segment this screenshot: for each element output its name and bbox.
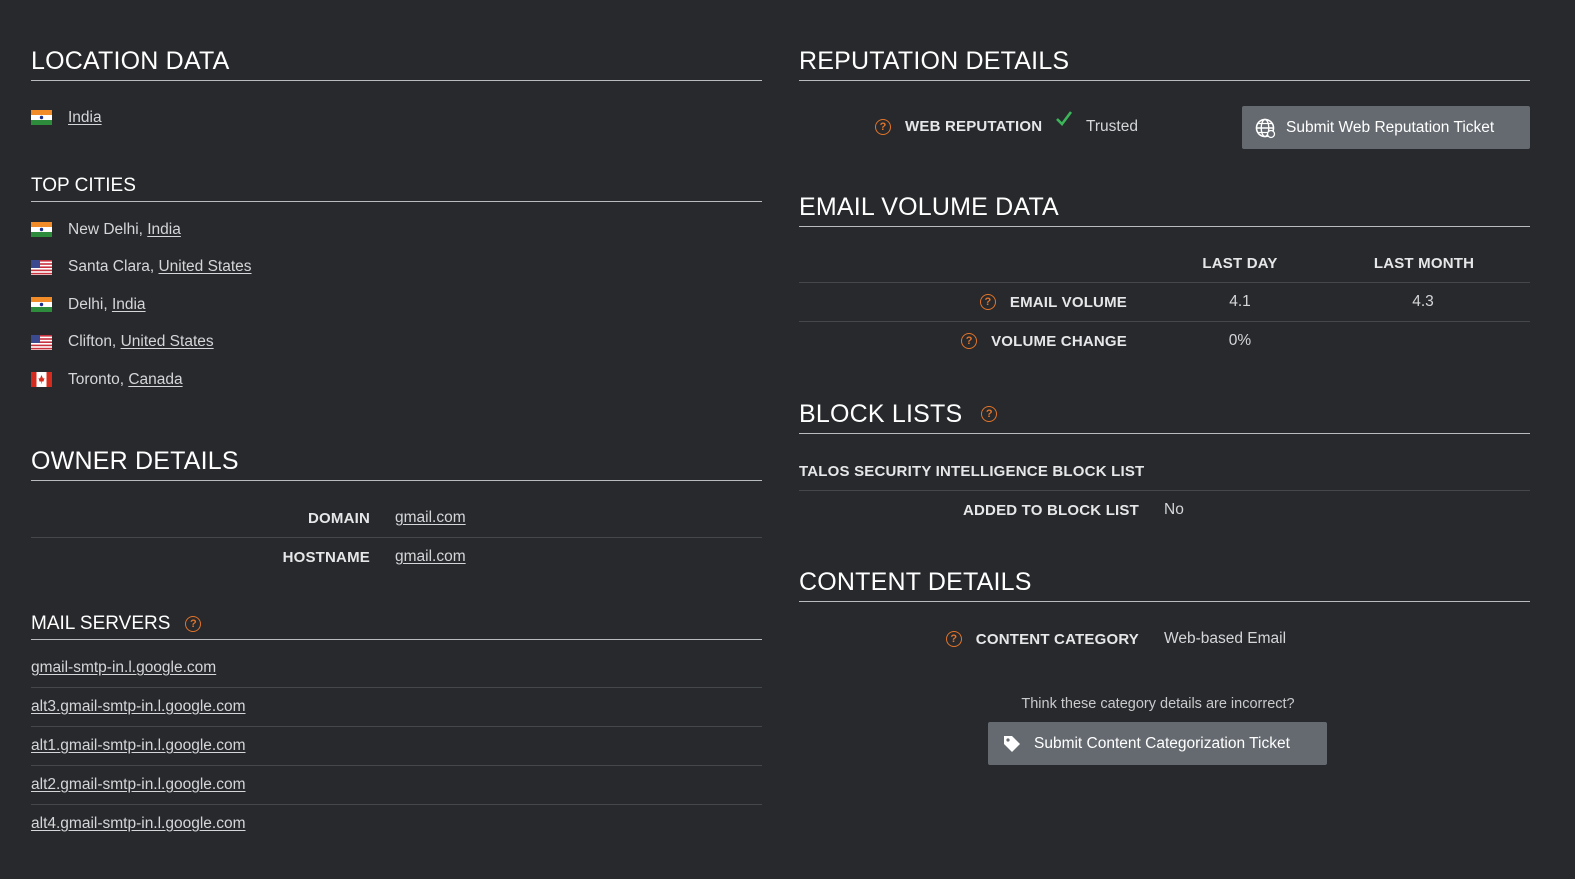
last-day-value: 0% (1228, 332, 1252, 349)
owner-domain-link[interactable]: gmail.com (395, 509, 466, 527)
location-country-row: India (31, 99, 762, 137)
reputation-heading: REPUTATION DETAILS (799, 46, 1530, 81)
help-icon[interactable]: ? (979, 294, 996, 310)
in-flag-icon (31, 110, 52, 126)
mail-server-link[interactable]: alt1.gmail-smtp-in.l.google.com (31, 737, 246, 755)
row-label: EMAIL VOLUME (1009, 293, 1127, 311)
city-name: Santa Clara, (68, 258, 159, 276)
list-item: Santa Clara, United States (31, 249, 762, 287)
block-list-name-row: TALOS SECURITY INTELLIGENCE BLOCK LIST (799, 452, 1530, 491)
block-lists-heading: BLOCK LISTS (799, 400, 963, 428)
us-flag-icon (31, 334, 52, 350)
block-list-table: TALOS SECURITY INTELLIGENCE BLOCK LIST A… (799, 452, 1530, 529)
list-item: alt2.gmail-smtp-in.l.google.com (31, 766, 762, 805)
added-to-block-list-value: No (1164, 501, 1184, 518)
last-day-value: 4.1 (1229, 293, 1251, 310)
category-incorrect-prompt: Think these category details are incorre… (1021, 696, 1295, 712)
email-volume-header-row: LAST DAY LAST MONTH (799, 245, 1530, 283)
in-flag-icon (31, 297, 52, 313)
volume-change-label-cell: ? VOLUME CHANGE (799, 333, 1139, 350)
content-category-label-cell: ? CONTENT CATEGORY (799, 631, 1139, 648)
table-row: ? EMAIL VOLUME 4.1 4.3 (799, 283, 1530, 322)
email-volume-table: LAST DAY LAST MONTH ? EMAIL VOLUME 4.1 4… (799, 245, 1530, 360)
mail-server-link[interactable]: alt3.gmail-smtp-in.l.google.com (31, 698, 246, 716)
owner-hostname-label: HOSTNAME (282, 548, 370, 566)
help-icon[interactable]: ? (875, 119, 891, 135)
email-volume-heading: EMAIL VOLUME DATA (799, 192, 1530, 227)
mail-server-link[interactable]: alt2.gmail-smtp-in.l.google.com (31, 776, 246, 794)
city-name: Toronto, (68, 370, 129, 388)
top-cities-list: New Delhi, India Santa Clara, United Sta… (31, 211, 762, 399)
web-reputation-value: Trusted (1086, 118, 1138, 135)
mail-servers-list: gmail-smtp-in.l.google.com alt3.gmail-sm… (31, 649, 762, 843)
col-last-month: LAST MONTH (1373, 255, 1475, 272)
in-flag-icon (31, 222, 52, 238)
last-month-value: 4.3 (1412, 293, 1434, 310)
help-icon[interactable]: ? (945, 631, 962, 647)
block-list-added-row: ADDED TO BLOCK LIST No (799, 491, 1530, 529)
submit-web-reputation-label: Submit Web Reputation Ticket (1286, 118, 1495, 136)
submit-content-categorization-label: Submit Content Categorization Ticket (1034, 734, 1290, 752)
content-category-row: ? CONTENT CATEGORY Web-based Email (799, 620, 1530, 658)
owner-table: DOMAIN gmail.com HOSTNAME gmail.com (31, 499, 762, 576)
email-volume-section: EMAIL VOLUME DATA LAST DAY LAST MONTH ? … (799, 192, 1530, 360)
list-item: gmail-smtp-in.l.google.com (31, 649, 762, 688)
city-country-link[interactable]: Canada (128, 371, 182, 389)
city-country-link[interactable]: India (112, 296, 146, 314)
top-cities-heading: TOP CITIES (31, 174, 762, 202)
content-category-value: Web-based Email (1164, 630, 1287, 647)
location-heading: LOCATION DATA (31, 46, 762, 81)
check-icon (1055, 110, 1073, 131)
owner-hostname-row: HOSTNAME gmail.com (31, 538, 762, 576)
ca-flag-icon (31, 372, 52, 388)
top-cities-section: TOP CITIES New Delhi, India Santa Clara,… (31, 174, 762, 399)
owner-domain-row: DOMAIN gmail.com (31, 499, 762, 538)
help-icon[interactable]: ? (185, 616, 202, 632)
col-last-day: LAST DAY (1202, 255, 1278, 272)
content-section: CONTENT DETAILS ? CONTENT CATEGORY Web-b… (799, 567, 1530, 765)
mail-server-link[interactable]: alt4.gmail-smtp-in.l.google.com (31, 815, 246, 833)
city-name: Clifton, (68, 333, 121, 351)
tag-icon (1002, 734, 1022, 754)
list-item: New Delhi, India (31, 211, 762, 249)
list-item: alt3.gmail-smtp-in.l.google.com (31, 688, 762, 727)
content-heading: CONTENT DETAILS (799, 567, 1530, 602)
owner-section: OWNER DETAILS DOMAIN gmail.com HOSTNAME … (31, 446, 762, 576)
mail-servers-section: MAIL SERVERS ? gmail-smtp-in.l.google.co… (31, 612, 762, 843)
globe-icon (1254, 117, 1276, 139)
block-list-name: TALOS SECURITY INTELLIGENCE BLOCK LIST (799, 462, 1145, 480)
email-volume-label-cell: ? EMAIL VOLUME (799, 294, 1139, 311)
city-country-link[interactable]: India (147, 221, 181, 239)
owner-hostname-link[interactable]: gmail.com (395, 548, 466, 566)
us-flag-icon (31, 259, 52, 275)
list-item: Delhi, India (31, 286, 762, 324)
mail-servers-heading-row: MAIL SERVERS ? (31, 612, 762, 640)
block-lists-section: BLOCK LISTS ? TALOS SECURITY INTELLIGENC… (799, 399, 1530, 529)
reputation-section: REPUTATION DETAILS ? WEB REPUTATION Trus… (799, 46, 1530, 151)
city-country-link[interactable]: United States (158, 258, 251, 276)
added-to-block-list-label: ADDED TO BLOCK LIST (962, 501, 1139, 519)
list-item: alt4.gmail-smtp-in.l.google.com (31, 805, 762, 843)
city-country-link[interactable]: United States (121, 333, 214, 351)
submit-content-categorization-button[interactable]: Submit Content Categorization Ticket (988, 722, 1327, 765)
owner-domain-label: DOMAIN (307, 509, 370, 527)
city-name: Delhi, (68, 295, 112, 313)
submit-web-reputation-button[interactable]: Submit Web Reputation Ticket (1242, 106, 1530, 149)
help-icon[interactable]: ? (961, 333, 978, 349)
list-item: alt1.gmail-smtp-in.l.google.com (31, 727, 762, 766)
list-item: Toronto, Canada (31, 361, 762, 399)
block-lists-heading-row: BLOCK LISTS ? (799, 399, 1530, 434)
mail-servers-heading: MAIL SERVERS (31, 613, 171, 634)
location-country-link[interactable]: India (68, 109, 102, 127)
web-reputation-label: WEB REPUTATION (905, 118, 1043, 135)
location-section: LOCATION DATA India (31, 46, 762, 137)
mail-server-link[interactable]: gmail-smtp-in.l.google.com (31, 659, 216, 677)
city-name: New Delhi, (68, 220, 148, 238)
row-label: VOLUME CHANGE (991, 332, 1127, 350)
content-category-label: CONTENT CATEGORY (975, 630, 1139, 648)
table-row: ? VOLUME CHANGE 0% (799, 322, 1530, 360)
help-icon[interactable]: ? (981, 406, 998, 422)
list-item: Clifton, United States (31, 324, 762, 362)
owner-heading: OWNER DETAILS (31, 446, 762, 481)
